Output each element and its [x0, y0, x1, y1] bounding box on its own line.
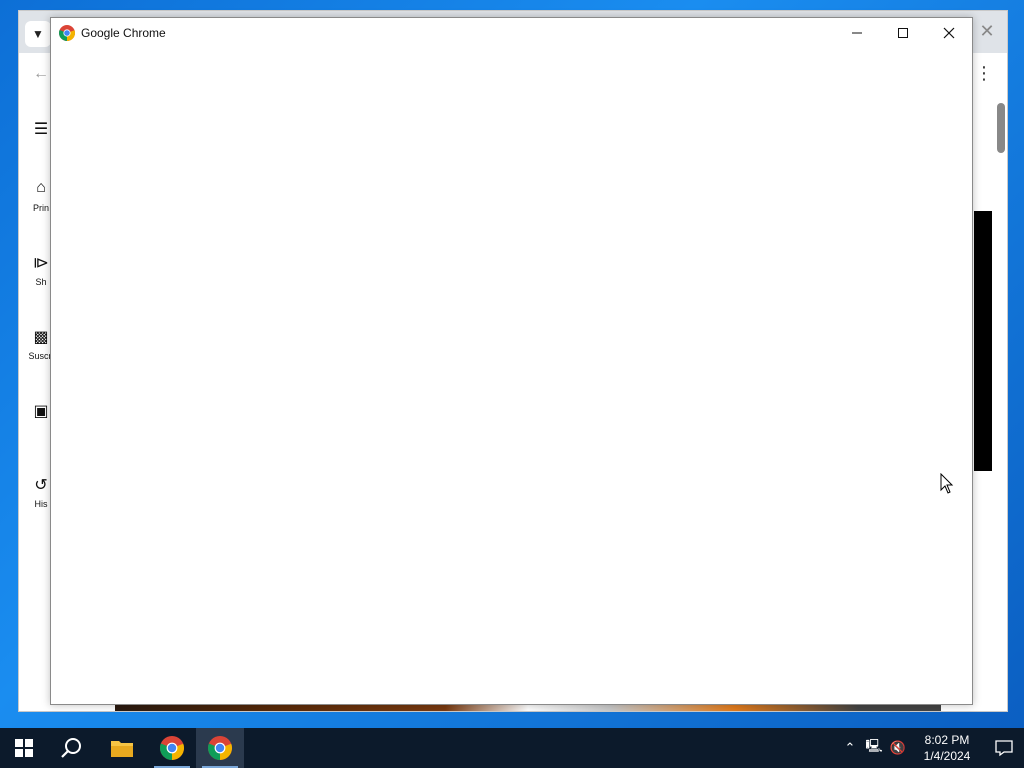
tab-search-button[interactable]: ▼ [25, 21, 51, 47]
volume-muted-icon[interactable]: 🔇 [886, 740, 910, 756]
search-button[interactable] [48, 728, 96, 768]
chrome-logo-icon [59, 25, 75, 41]
clock-date: 1/4/2024 [923, 749, 971, 763]
chrome-icon [160, 736, 184, 760]
more-menu-icon[interactable]: ⋮ [975, 63, 993, 83]
minimize-icon [852, 32, 862, 34]
background-close-button[interactable]: ✕ [977, 21, 997, 41]
system-tray: ⌃ 🖳 🔇 8:02 PM 1/4/2024 [838, 728, 1024, 768]
window-title: Google Chrome [81, 26, 166, 40]
chrome-taskbar-button[interactable] [148, 728, 196, 768]
taskbar: ⌃ 🖳 🔇 8:02 PM 1/4/2024 [0, 728, 1024, 768]
video-player-edge [974, 211, 992, 471]
chrome-icon [208, 736, 232, 760]
clock-time: 8:02 PM [924, 733, 970, 747]
maximize-icon [898, 28, 908, 38]
windows-logo-icon [15, 739, 33, 757]
notification-icon [995, 740, 1013, 757]
blank-page-content[interactable] [51, 48, 972, 704]
minimize-button[interactable] [834, 18, 880, 48]
close-button[interactable] [926, 18, 972, 48]
foreground-chrome-window[interactable]: Google Chrome [50, 17, 973, 705]
file-explorer-button[interactable] [98, 728, 146, 768]
youtube-sidebar: ☰ ⌂ Prin ⧐ Sh ▩ Suscri ▣ ↺ His [23, 111, 53, 531]
chevron-up-icon[interactable]: ⌃ [838, 740, 862, 756]
background-scrollbar[interactable] [997, 103, 1005, 153]
back-arrow-icon[interactable]: ← [33, 65, 49, 83]
mouse-pointer-icon [940, 473, 954, 494]
maximize-button[interactable] [880, 18, 926, 48]
window-titlebar[interactable]: Google Chrome [51, 18, 972, 48]
close-icon [943, 27, 955, 39]
search-icon [61, 738, 81, 758]
folder-icon [111, 741, 133, 757]
chrome-taskbar-button-active[interactable] [196, 728, 244, 768]
chevron-down-icon: ▼ [32, 27, 44, 41]
network-icon[interactable]: 🖳 [862, 737, 886, 759]
clock[interactable]: 8:02 PM 1/4/2024 [910, 732, 984, 764]
action-center-button[interactable] [984, 728, 1024, 768]
start-button[interactable] [0, 728, 48, 768]
